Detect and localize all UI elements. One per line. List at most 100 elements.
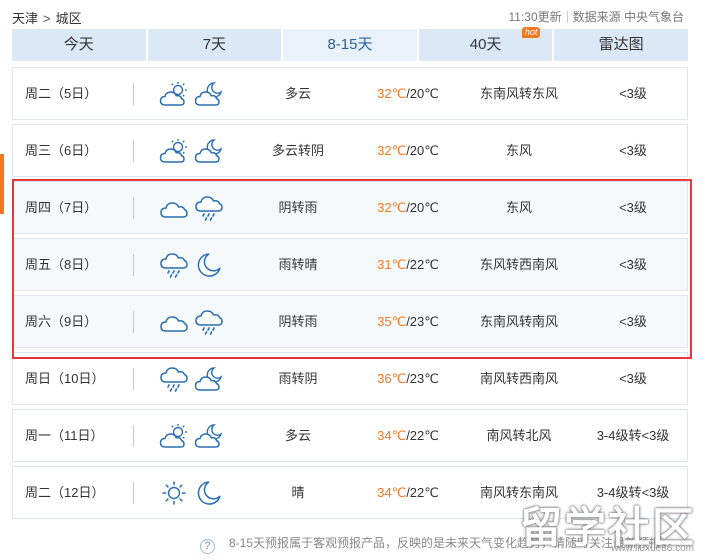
wind-direction: 南风转西南风	[479, 371, 558, 386]
tab-today[interactable]: 今天	[12, 29, 146, 61]
watermark-url: www.liuxue86.com	[611, 543, 694, 554]
wind-level: <3级	[619, 257, 647, 272]
rain-icon	[159, 252, 189, 278]
tab-40-days-label: 40天	[469, 36, 502, 53]
weather-description: 多云转阴	[271, 143, 324, 158]
wind-level: <3级	[619, 314, 647, 329]
breadcrumb-city[interactable]: 天津	[12, 11, 38, 26]
wind-level: <3级	[619, 143, 647, 158]
temp-low: /22℃	[406, 428, 439, 443]
breadcrumb-separator: >	[43, 11, 51, 26]
temp-high: 31℃	[377, 257, 407, 272]
wind-level: 3-4级转<3级	[596, 428, 670, 443]
row-divider	[133, 368, 134, 390]
partly-cloudy-night-icon	[194, 366, 224, 392]
wind-direction: 南风转北风	[486, 428, 552, 443]
day-label: 周二（5日）	[25, 86, 98, 101]
temperature: 32℃/20℃	[368, 125, 448, 176]
day-label: 周五（8日）	[25, 257, 98, 272]
update-time: 11:30更新	[508, 10, 562, 24]
hot-badge: hot	[521, 27, 541, 38]
row-divider	[133, 425, 134, 447]
rain-icon	[194, 195, 224, 221]
forecast-row: 周二（5日） 多云 32℃/20℃ 东南风转东风 <3级	[12, 67, 688, 120]
temp-low: /20℃	[406, 143, 439, 158]
forecast-row: 周六（9日） 阴转雨 35℃/23℃ 东南风转南风 <3级	[12, 295, 688, 348]
weather-description: 晴	[291, 485, 305, 500]
forecast-row: 周日（10日） 雨转阴 36℃/23℃ 南风转西南风 <3级	[12, 352, 688, 405]
moon-icon	[194, 480, 224, 506]
temp-high: 32℃	[377, 143, 407, 158]
help-icon[interactable]: ?	[200, 539, 215, 554]
watermark: 留学社区 www.liuxue86.com	[520, 494, 696, 554]
temp-low: /23℃	[406, 371, 439, 386]
temperature: 31℃/22℃	[368, 239, 448, 290]
partly-cloudy-night-icon	[194, 81, 224, 107]
forecast-row: 周一（11日） 多云 34℃/22℃ 南风转北风 3-4级转<3级	[12, 409, 688, 462]
partly-cloudy-night-icon	[194, 138, 224, 164]
cloud-icon	[159, 195, 189, 221]
temp-low: /22℃	[406, 485, 439, 500]
tab-today-label: 今天	[63, 36, 94, 53]
cloud-icon	[159, 309, 189, 335]
forecast-tabs: 今天 7天 8-15天 40天 hot 雷达图	[12, 27, 688, 61]
temp-high: 32℃	[377, 86, 407, 101]
temperature: 34℃/22℃	[368, 467, 448, 518]
tab-7-days[interactable]: 7天	[147, 29, 282, 61]
wind-direction: 东南风转东风	[479, 86, 558, 101]
weather-description: 雨转阴	[278, 371, 318, 386]
partly-cloudy-day-icon	[159, 81, 189, 107]
row-divider	[133, 482, 134, 504]
breadcrumb-district[interactable]: 城区	[56, 11, 82, 26]
wind-level: <3级	[619, 200, 647, 215]
partly-cloudy-night-icon	[194, 423, 224, 449]
tab-7-days-label: 7天	[202, 36, 227, 53]
weather-description: 阴转雨	[278, 200, 318, 215]
day-label: 周一（11日）	[25, 428, 104, 443]
tab-40-days[interactable]: 40天 hot	[418, 27, 553, 61]
row-divider	[133, 83, 134, 105]
day-label: 周四（7日）	[25, 200, 98, 215]
temperature: 34℃/22℃	[368, 410, 448, 461]
meta-divider	[566, 11, 568, 23]
temp-high: 34℃	[377, 485, 407, 500]
weather-description: 多云	[284, 86, 311, 101]
rain-icon	[159, 366, 189, 392]
sun-icon	[159, 480, 189, 506]
row-divider	[133, 140, 134, 162]
temperature: 32℃/20℃	[368, 182, 448, 233]
temp-high: 34℃	[377, 428, 407, 443]
update-meta: 11:30更新 数据来源 中央气象台	[509, 8, 684, 25]
rain-icon	[194, 309, 224, 335]
partly-cloudy-day-icon	[159, 423, 189, 449]
day-label: 周日（10日）	[25, 371, 105, 386]
tab-radar-label: 雷达图	[598, 36, 644, 53]
wind-direction: 东风	[505, 200, 532, 215]
wind-direction: 东风转西南风	[479, 257, 558, 272]
day-label: 周三（6日）	[25, 143, 98, 158]
moon-icon	[194, 252, 224, 278]
tab-8-15-days-label: 8-15天	[327, 36, 373, 53]
forecast-row: 周四（7日） 阴转雨 32℃/20℃ 东风 <3级	[12, 181, 688, 234]
day-label: 周六（9日）	[25, 314, 98, 329]
forecast-row: 周五（8日） 雨转晴 31℃/22℃ 东风转西南风 <3级	[12, 238, 688, 291]
temp-low: /23℃	[406, 314, 439, 329]
partly-cloudy-day-icon	[159, 138, 189, 164]
temp-low: /20℃	[406, 86, 439, 101]
side-accent-bar	[0, 154, 4, 214]
wind-direction: 东风	[505, 143, 532, 158]
tab-8-15-days[interactable]: 8-15天	[283, 29, 417, 61]
forecast-row: 周三（6日） 多云转阴 32℃/20℃ 东风 <3级	[12, 124, 688, 177]
temp-high: 32℃	[377, 200, 407, 215]
temperature: 32℃/20℃	[368, 68, 448, 119]
tab-radar[interactable]: 雷达图	[554, 29, 688, 61]
wind-level: <3级	[619, 86, 647, 101]
temp-low: /22℃	[406, 257, 439, 272]
weather-description: 多云	[284, 428, 311, 443]
temp-high: 36℃	[377, 371, 407, 386]
wind-level: <3级	[619, 371, 647, 386]
row-divider	[133, 197, 134, 219]
data-source: 数据来源 中央气象台	[572, 10, 684, 24]
row-divider	[133, 254, 134, 276]
temperature: 36℃/23℃	[368, 353, 448, 404]
